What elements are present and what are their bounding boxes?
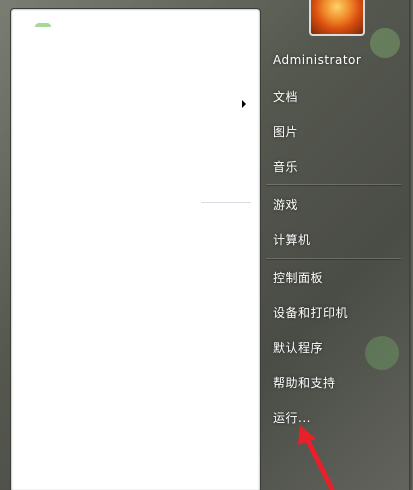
menu-separator <box>266 184 401 185</box>
window-edge <box>409 0 413 490</box>
start-menu: Administrator 文档 图片 音乐 游戏 计算机 控制面板 设备和打印… <box>0 0 413 490</box>
menu-item-help-support[interactable]: 帮助和支持 <box>273 374 336 391</box>
menu-item-pictures[interactable]: 图片 <box>273 123 298 140</box>
glow-decoration <box>365 336 399 370</box>
menu-item-default-programs[interactable]: 默认程序 <box>273 339 323 356</box>
all-programs-arrow-icon[interactable] <box>242 100 246 108</box>
annotation-arrow-icon <box>298 425 335 490</box>
menu-item-devices-printers[interactable]: 设备和打印机 <box>273 304 348 321</box>
menu-item-control-panel[interactable]: 控制面板 <box>273 269 323 286</box>
glow-decoration <box>370 28 400 58</box>
menu-item-run[interactable]: 运行... <box>273 409 311 426</box>
program-icon-fragment <box>35 23 51 27</box>
menu-item-games[interactable]: 游戏 <box>273 196 298 213</box>
menu-item-computer[interactable]: 计算机 <box>273 231 311 248</box>
programs-pane <box>10 8 261 490</box>
programs-separator <box>201 202 251 203</box>
menu-separator <box>266 258 401 259</box>
menu-item-user[interactable]: Administrator <box>273 53 361 67</box>
menu-item-documents[interactable]: 文档 <box>273 88 298 105</box>
menu-item-music[interactable]: 音乐 <box>273 158 298 175</box>
places-pane: Administrator 文档 图片 音乐 游戏 计算机 控制面板 设备和打印… <box>260 0 413 490</box>
